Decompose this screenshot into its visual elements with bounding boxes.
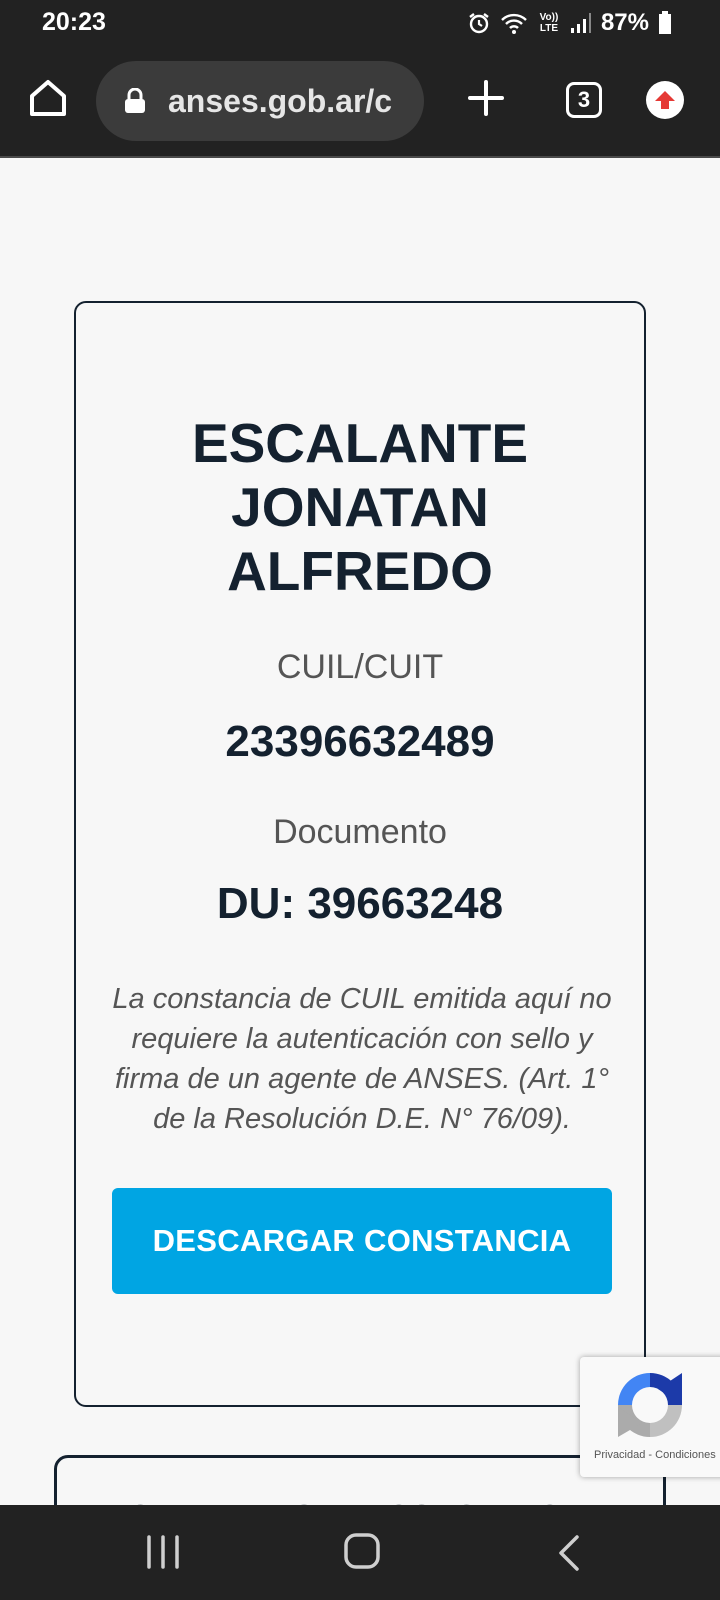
plus-icon bbox=[468, 80, 504, 116]
volte-icon: Vo)) LTE bbox=[539, 12, 559, 34]
recent-apps-icon bbox=[147, 1535, 179, 1569]
home-nav-icon bbox=[344, 1533, 380, 1569]
person-name: ESCALANTE JONATAN ALFREDO bbox=[191, 412, 529, 602]
terms-link[interactable]: Condiciones bbox=[655, 1449, 716, 1461]
back-icon bbox=[559, 1535, 579, 1571]
cuil-value: 23396632489 bbox=[225, 717, 495, 766]
download-constancia-button[interactable]: DESCARGAR CONSTANCIA bbox=[112, 1188, 612, 1294]
tabs-button[interactable]: 3 bbox=[566, 82, 602, 118]
update-button[interactable] bbox=[646, 81, 684, 119]
constancia-card: ESCALANTE JONATAN ALFREDO CUIL/CUIT 2339… bbox=[74, 301, 646, 1407]
privacy-link[interactable]: Privacidad bbox=[594, 1449, 645, 1461]
home-icon bbox=[30, 80, 66, 116]
recent-apps-button[interactable] bbox=[145, 1533, 181, 1576]
url-text: anses.gob.ar/c bbox=[168, 83, 393, 119]
status-bar: 20:23 Vo)) LTE 87% bbox=[0, 0, 720, 46]
disclaimer-text: La constancia de CUIL emitida aquí no re… bbox=[112, 983, 612, 1135]
home-nav-button[interactable] bbox=[344, 1531, 380, 1576]
battery-percent: 87% bbox=[600, 9, 649, 36]
wifi-icon bbox=[500, 11, 528, 35]
alarm-icon bbox=[467, 11, 491, 35]
browser-toolbar: anses.gob.ar/c 3 bbox=[0, 46, 720, 158]
status-icons: Vo)) LTE 87% bbox=[467, 9, 672, 37]
new-tab-button[interactable] bbox=[466, 78, 506, 118]
address-bar[interactable]: anses.gob.ar/c bbox=[96, 61, 424, 141]
link-separator: - bbox=[648, 1449, 653, 1461]
lock-icon bbox=[124, 87, 146, 119]
document-value: DU: 39663248 bbox=[216, 879, 504, 928]
document-label: Documento bbox=[273, 813, 447, 851]
recaptcha-badge: Privacidad - Condiciones bbox=[580, 1357, 720, 1477]
system-nav-bar bbox=[0, 1505, 720, 1600]
signal-icon bbox=[570, 12, 592, 34]
recaptcha-icon bbox=[612, 1367, 688, 1448]
update-icon bbox=[655, 91, 675, 109]
back-button[interactable] bbox=[555, 1533, 581, 1578]
battery-icon bbox=[658, 11, 672, 35]
status-time: 20:23 bbox=[42, 8, 106, 36]
home-button[interactable] bbox=[26, 76, 70, 120]
cuil-label: CUIL/CUIT bbox=[276, 648, 444, 686]
tab-count: 3 bbox=[577, 87, 591, 112]
recaptcha-links: Privacidad - Condiciones bbox=[594, 1449, 716, 1461]
